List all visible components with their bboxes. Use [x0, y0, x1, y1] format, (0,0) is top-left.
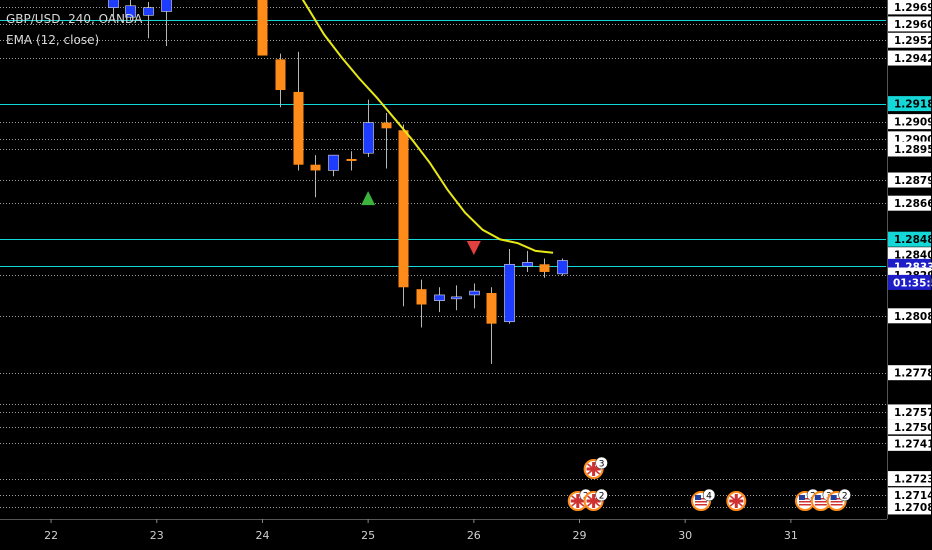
calendar-event: 4: [691, 488, 716, 511]
calendar-event: [726, 491, 747, 511]
sell-signal-arrow-icon: [466, 241, 481, 256]
flag-cross: [576, 494, 580, 508]
candlestick-chart[interactable]: 3224232 1.296941.296051.295201.294271.29…: [0, 0, 932, 550]
price-tag-label: 1.27501: [894, 422, 932, 434]
ema-line: [301, 0, 554, 254]
candle-body: [504, 263, 515, 323]
events-layer: 3224232: [567, 456, 851, 511]
time-tick-label: 24: [255, 529, 269, 542]
countdown-label: 01:35:57: [893, 277, 932, 289]
flag-canton: [798, 495, 805, 500]
candle-body: [275, 59, 286, 91]
candle-body: [416, 289, 427, 305]
flag-stripe: [798, 504, 811, 506]
candle-body: [451, 296, 462, 300]
candle-body: [293, 91, 304, 165]
candle-body: [328, 154, 339, 171]
price-tag-label: 1.28081: [894, 311, 932, 323]
price-tag-label: 1.29694: [894, 2, 932, 14]
calendar-event: 3: [583, 456, 608, 479]
flag-cross: [592, 494, 596, 508]
price-tag-label: 1.29095: [894, 117, 932, 129]
event-count-label: 3: [599, 460, 605, 470]
time-tick-label: 31: [784, 529, 798, 542]
price-tag-label: 1.29605: [894, 19, 932, 31]
flag-canton: [830, 495, 837, 500]
candle-body: [346, 158, 357, 161]
candle-body: [161, 0, 172, 12]
price-tag-label: 1.29520: [894, 35, 932, 47]
candle-body: [398, 130, 409, 288]
candle-body: [363, 122, 374, 154]
candle-body: [257, 0, 268, 56]
price-tag-label: 1.29427: [894, 53, 932, 65]
candle-body: [522, 262, 533, 267]
price-tag-label: 1.28790: [894, 175, 932, 187]
price-tag-label: 1.28481: [894, 234, 932, 246]
flag-stripe: [830, 504, 843, 506]
chart-window: 3224232 1.296941.296051.295201.294271.29…: [0, 0, 932, 550]
candle-body: [557, 260, 568, 275]
candle-body: [434, 294, 445, 301]
candles-layer: [108, 0, 568, 364]
event-count-label: 2: [599, 492, 605, 502]
time-tick-label: 30: [678, 529, 692, 542]
price-tag-label: 1.27231: [894, 474, 932, 486]
event-count-label: 4: [706, 492, 712, 502]
time-tick-label: 25: [361, 529, 375, 542]
flag-stripe: [814, 504, 827, 506]
price-tag-label: 1.29189: [894, 99, 932, 111]
ema-legend[interactable]: EMA (12, close): [6, 33, 99, 48]
candle-body: [381, 122, 392, 129]
flag-stripe: [695, 504, 708, 506]
price-tag-label: 1.27784: [894, 368, 932, 380]
price-tag-label: 1.28669: [894, 198, 932, 210]
candle-body: [469, 290, 480, 296]
price-tag-label: 1.28952: [894, 144, 932, 156]
candle-body: [108, 0, 119, 8]
price-tag-label: 1.27083: [894, 502, 932, 514]
candle-body: [143, 7, 154, 16]
price-tag-label: 1.27579: [894, 407, 932, 419]
flag-canton: [814, 495, 821, 500]
time-tick-label: 26: [467, 529, 481, 542]
time-tick-label: 22: [44, 529, 58, 542]
candle-body: [539, 264, 550, 272]
flag-canton: [695, 495, 702, 500]
time-tick-label: 23: [150, 529, 164, 542]
price-tag-label: 1.27415: [894, 438, 932, 450]
flag-cross: [592, 462, 596, 476]
ema-layer: [301, 0, 554, 254]
candle-body: [310, 164, 321, 171]
event-count-label: 2: [842, 492, 848, 502]
time-tick-label: 29: [573, 529, 587, 542]
candle-body: [486, 293, 497, 324]
flag-cross: [734, 494, 738, 508]
signals-layer: [361, 191, 481, 256]
symbol-legend[interactable]: GBP/USD, 240, OANDA: [6, 12, 142, 27]
horizontal-lines-layer: [0, 7, 886, 508]
buy-signal-arrow-icon: [361, 191, 376, 206]
